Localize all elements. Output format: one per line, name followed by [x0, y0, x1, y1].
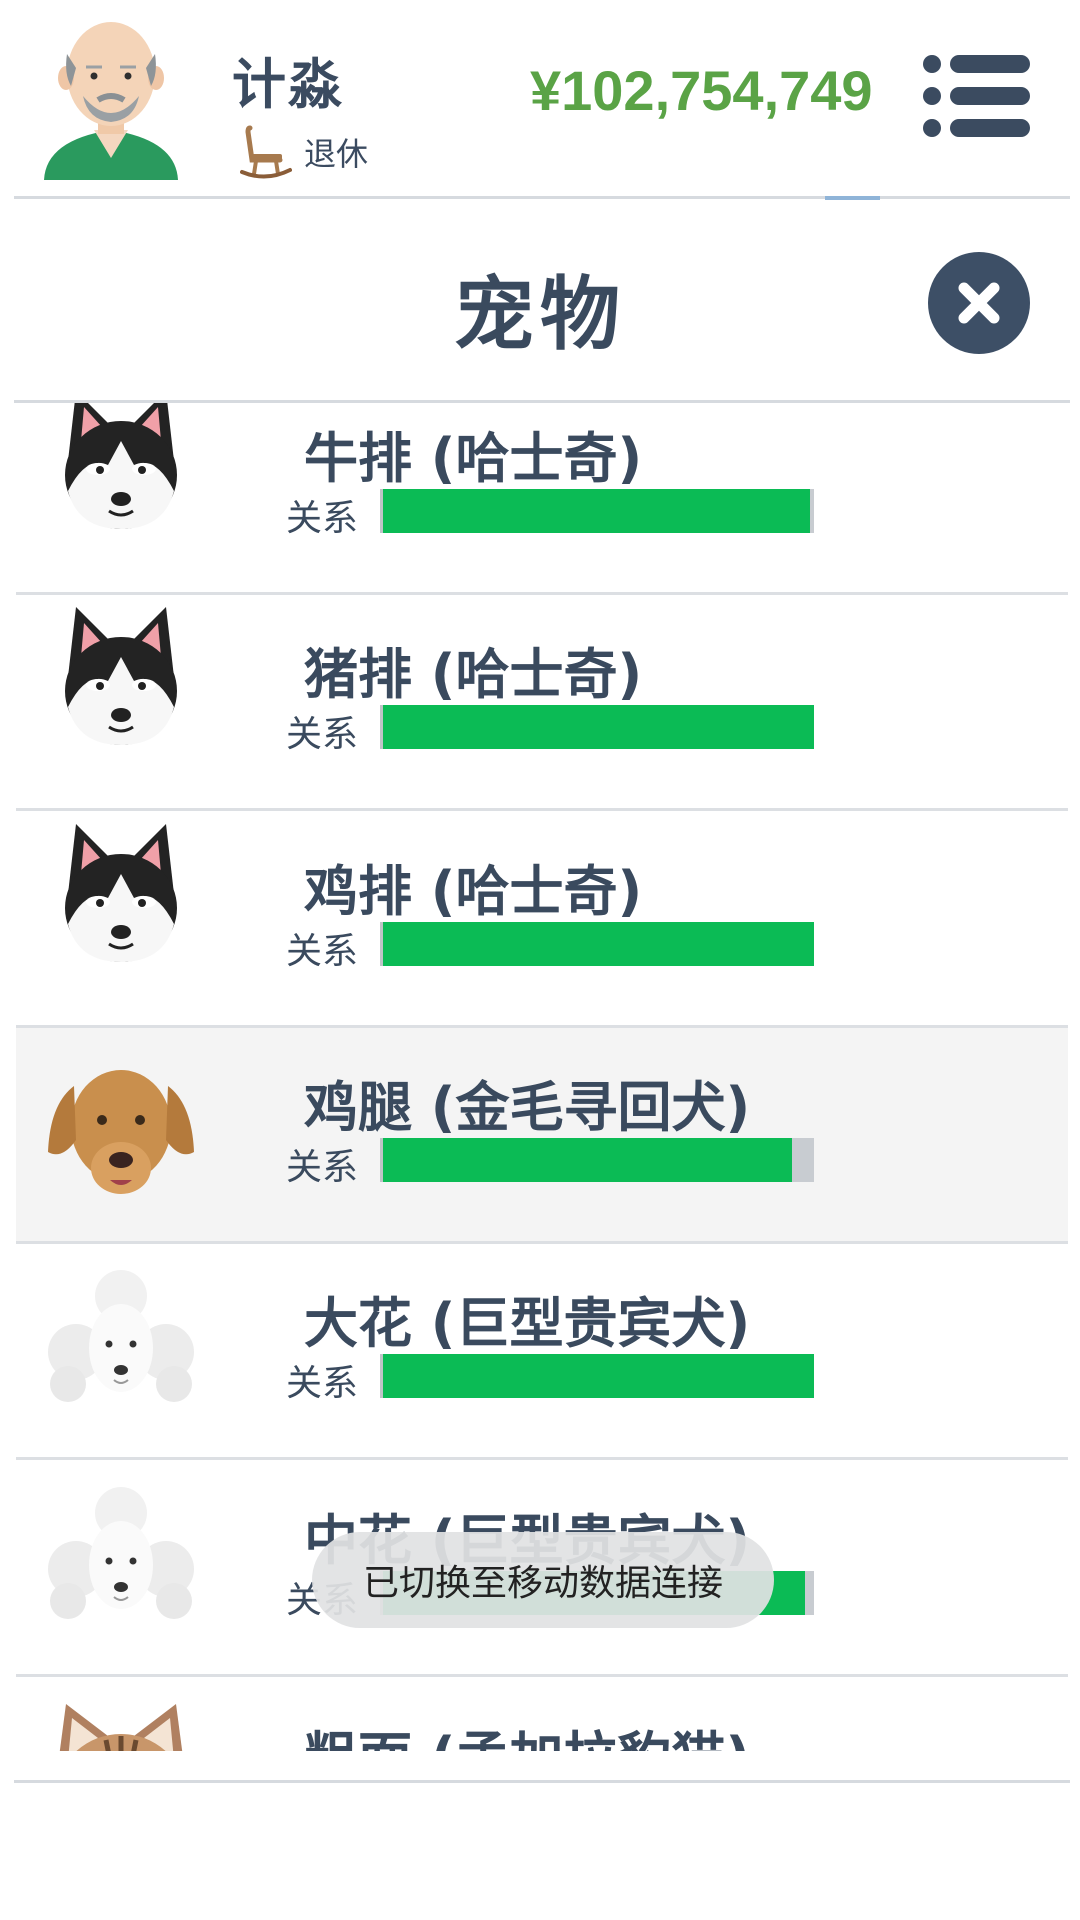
relationship-bar-fill	[383, 1354, 814, 1398]
relationship-bar	[380, 922, 814, 966]
relationship-label: 关系	[286, 1363, 359, 1404]
relationship-label: 关系	[286, 931, 359, 972]
relationship-bar	[380, 705, 814, 749]
pet-row[interactable]: 牛排 (哈士奇) 关系	[16, 403, 1068, 595]
close-button[interactable]	[928, 252, 1030, 354]
relationship-bar-fill	[383, 705, 814, 749]
pet-name: 大花 (巨型贵宾犬)	[304, 1292, 751, 1355]
top-bar: 计淼 退休 ¥102,754,749	[0, 0, 1080, 200]
relationship-bar-fill	[383, 1138, 792, 1182]
pet-row[interactable]: 鸡排 (哈士奇) 关系	[16, 812, 1068, 1028]
status-indicator: 退休	[240, 122, 368, 182]
relationship-label: 关系	[286, 1147, 359, 1188]
player-name: 计淼	[232, 53, 344, 116]
pet-name: 猪排 (哈士奇)	[304, 643, 643, 706]
menu-list-icon[interactable]	[922, 52, 1032, 140]
poodle-icon	[48, 1270, 194, 1402]
pet-name: 鸡排 (哈士奇)	[304, 860, 643, 923]
relationship-bar	[380, 1138, 814, 1182]
pet-row[interactable]: 猪排 (哈士奇) 关系	[16, 595, 1068, 811]
list-bottom-divider	[14, 1780, 1070, 1783]
header-divider	[14, 196, 1070, 199]
pet-row[interactable]: 大花 (巨型贵宾犬) 关系	[16, 1244, 1068, 1460]
rocking-chair-icon	[240, 125, 292, 179]
poodle-icon	[48, 1487, 194, 1619]
toast-notification: 已切换至移动数据连接	[312, 1532, 774, 1628]
relationship-label: 关系	[286, 714, 359, 755]
elderly-man-avatar	[44, 22, 178, 180]
relationship-bar-fill	[383, 922, 814, 966]
husky-icon	[65, 403, 177, 529]
pet-name: 鸡腿 (金毛寻回犬)	[304, 1076, 751, 1139]
husky-icon	[65, 607, 177, 745]
relationship-bar	[380, 1354, 814, 1398]
panel-title: 宠物	[454, 268, 626, 361]
relationship-bar-fill	[383, 489, 810, 533]
bengal-cat-icon	[59, 1704, 183, 1751]
pet-row[interactable]: 粗面 (孟加拉豹猫) 关系	[16, 1678, 1068, 1751]
golden-retriever-icon	[48, 1070, 194, 1194]
relationship-bar	[380, 489, 814, 533]
status-label: 退休	[304, 135, 369, 173]
header-accent	[825, 196, 880, 200]
pet-row[interactable]: 鸡腿 (金毛寻回犬) 关系	[16, 1028, 1068, 1244]
close-icon	[958, 282, 1000, 324]
pet-name: 粗面 (孟加拉豹猫)	[304, 1713, 750, 1751]
relationship-label: 关系	[286, 498, 359, 539]
pet-name: 牛排 (哈士奇)	[304, 427, 643, 490]
husky-icon	[65, 824, 177, 962]
money-balance: ¥102,754,749	[530, 59, 873, 122]
